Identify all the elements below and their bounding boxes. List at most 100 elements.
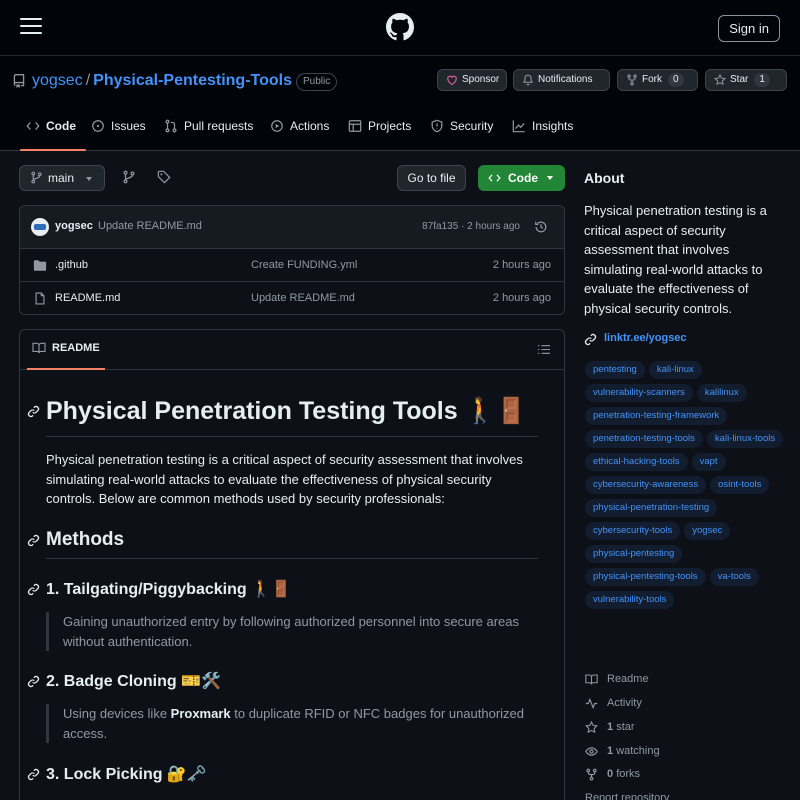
report-repository-link[interactable]: Report repository <box>585 792 669 800</box>
shield-icon <box>431 119 443 133</box>
heart-icon <box>447 75 457 86</box>
method-description: Gaining unauthorized entry by following … <box>46 612 536 651</box>
readme-tab[interactable]: README <box>32 342 100 354</box>
tab-label: Actions <box>290 119 330 133</box>
tab-code[interactable]: Code <box>20 114 86 151</box>
branch-selector-button[interactable]: main <box>19 165 105 191</box>
file-date: 2 hours ago <box>492 259 551 271</box>
code-icon <box>488 174 501 182</box>
tab-projects[interactable]: Projects <box>348 114 411 151</box>
notifications-button[interactable]: Notifications <box>513 69 610 91</box>
star-count: 1 <box>754 73 770 87</box>
topic-tag[interactable]: vapt <box>691 453 726 471</box>
method-description: Using devices like Proxmark to duplicate… <box>46 704 536 743</box>
file-date: 2 hours ago <box>492 292 551 304</box>
readme-link[interactable]: Readme <box>585 673 649 685</box>
visibility-badge: Public <box>296 73 338 91</box>
link-anchor-icon[interactable] <box>27 768 40 781</box>
file-commit-message[interactable]: Update README.md <box>251 292 355 304</box>
topic-tag[interactable]: osint-tools <box>710 476 770 494</box>
pulse-icon <box>585 697 598 710</box>
link-anchor-icon[interactable] <box>27 534 40 547</box>
readme-tab-label: README <box>52 342 100 354</box>
file-name[interactable]: .github <box>55 259 88 271</box>
fork-count: 0 <box>668 73 684 87</box>
tab-label: Issues <box>111 119 146 133</box>
topic-tag[interactable]: kali-linux <box>648 361 702 379</box>
tab-issues[interactable]: Issues <box>91 114 146 151</box>
repo-owner-link[interactable]: yogsec <box>32 72 83 89</box>
tab-actions[interactable]: Actions <box>270 114 329 151</box>
forks-link[interactable]: 0 forks <box>585 768 640 781</box>
tab-insights[interactable]: Insights <box>512 114 573 151</box>
topic-tag[interactable]: cybersecurity-awareness <box>585 476 707 494</box>
avatar[interactable] <box>31 218 49 236</box>
readme-title: Physical Penetration Testing Tools 🚶🚪 <box>46 397 527 425</box>
file-row[interactable]: README.md Update README.md 2 hours ago <box>20 282 564 314</box>
tab-security[interactable]: Security <box>430 114 493 151</box>
branches-icon[interactable] <box>122 170 136 184</box>
topic-tag[interactable]: kali-linux-tools <box>706 430 784 448</box>
repo-header: yogsec / Physical-Pentesting-Tools Public … <box>0 56 800 151</box>
topic-tag[interactable]: pentesting <box>585 361 645 379</box>
star-label: Star <box>730 74 749 85</box>
file-list: yogsec Update README.md 87fa135 · 2 hour… <box>19 205 565 315</box>
homepage-link[interactable]: linktr.ee/yogsec <box>584 332 687 346</box>
book-icon <box>32 342 46 354</box>
pull-request-icon <box>165 119 177 133</box>
commit-author[interactable]: yogsec <box>55 220 93 232</box>
topic-tag[interactable]: cybersecurity-tools <box>585 522 681 540</box>
tab-label: Code <box>46 119 76 133</box>
topic-tag[interactable]: yogsec <box>684 522 731 540</box>
topic-tag[interactable]: ethical-hacking-tools <box>585 453 688 471</box>
file-commit-message[interactable]: Create FUNDING.yml <box>251 259 357 271</box>
history-icon[interactable] <box>534 220 548 234</box>
file-icon <box>35 292 45 305</box>
link-anchor-icon[interactable] <box>27 405 40 418</box>
star-button[interactable]: Star 1 <box>705 69 787 91</box>
activity-link[interactable]: Activity <box>585 697 642 710</box>
repo-name-link[interactable]: Physical-Pentesting-Tools <box>93 72 292 89</box>
commit-meta[interactable]: 87fa135 · 2 hours ago <box>422 221 520 232</box>
topic-tag[interactable]: vulnerability-scanners <box>585 384 693 402</box>
commit-message[interactable]: Update README.md <box>98 220 202 232</box>
latest-commit-row: yogsec Update README.md 87fa135 · 2 hour… <box>20 206 564 249</box>
watchers-link[interactable]: 1 watching <box>585 745 660 757</box>
code-icon <box>26 122 40 130</box>
topic-tag[interactable]: penetration-testing-tools <box>585 430 703 448</box>
topic-tag[interactable]: vulnerability-tools <box>585 591 675 609</box>
fork-button[interactable]: Fork 0 <box>617 69 698 91</box>
fork-label: Fork <box>642 74 662 85</box>
link-icon <box>584 333 597 346</box>
stars-link[interactable]: 1 star <box>585 721 635 734</box>
topic-tag[interactable]: penetration-testing-framework <box>585 407 728 425</box>
sponsor-button[interactable]: Sponsor <box>437 69 507 91</box>
menu-hamburger-icon[interactable] <box>20 18 42 38</box>
go-to-file-button[interactable]: Go to file <box>397 165 466 191</box>
sign-in-button[interactable]: Sign in <box>718 15 780 42</box>
topic-tag[interactable]: kalilinux <box>696 384 747 402</box>
repo-separator: / <box>85 72 91 89</box>
topic-tag[interactable]: physical-pentesting-tools <box>585 568 706 586</box>
tab-label: Pull requests <box>184 119 254 133</box>
tag-icon[interactable] <box>157 170 171 184</box>
forks-count: 0 <box>607 768 614 780</box>
file-name[interactable]: README.md <box>55 292 120 304</box>
list-unordered-icon[interactable] <box>538 344 550 355</box>
link-anchor-icon[interactable] <box>27 583 40 596</box>
code-button-label: Code <box>508 171 538 185</box>
link-anchor-icon[interactable] <box>27 675 40 688</box>
github-logo-icon[interactable] <box>386 13 414 41</box>
file-row[interactable]: .github Create FUNDING.yml 2 hours ago <box>20 249 564 282</box>
readme-tabbar: README <box>20 330 564 370</box>
topic-tag[interactable]: physical-penetration-testing <box>585 499 718 517</box>
code-dropdown-button[interactable]: Code <box>478 165 565 191</box>
bell-icon <box>522 74 534 86</box>
topic-tag[interactable]: physical-pentesting <box>585 545 683 563</box>
readme-intro: Physical penetration testing is a critic… <box>46 452 523 506</box>
star-icon <box>714 74 726 86</box>
tab-pull-requests[interactable]: Pull requests <box>164 114 253 151</box>
homepage-url: linktr.ee/yogsec <box>604 332 687 344</box>
topic-tag[interactable]: va-tools <box>709 568 759 586</box>
fork-icon <box>586 768 597 781</box>
